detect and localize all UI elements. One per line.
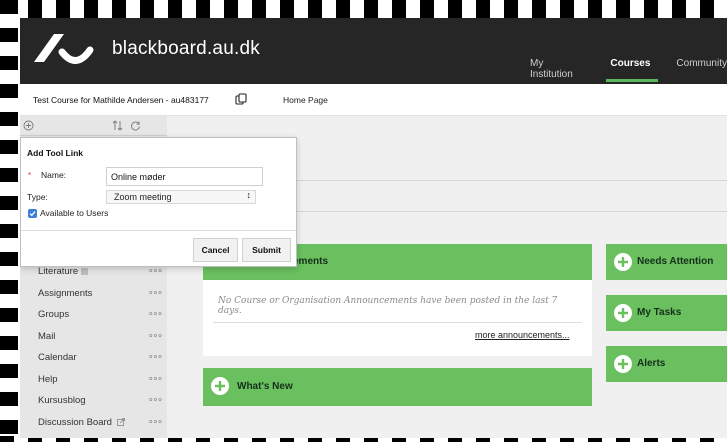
menu-item-label: Discussion Board	[38, 416, 112, 428]
more-announcements-link[interactable]: more announcements...	[475, 330, 570, 340]
alerts-module: Alerts	[606, 346, 727, 382]
menu-item-label: Assignments	[38, 287, 93, 299]
submit-button[interactable]: Submit	[242, 238, 291, 262]
menu-item-label: Help	[38, 373, 58, 385]
menu-item-label: Mail	[38, 330, 56, 342]
alerts-header[interactable]: Alerts	[606, 346, 727, 382]
reorder-icon[interactable]	[112, 120, 123, 131]
more-options-icon[interactable]: ∘∘∘	[148, 351, 163, 362]
aarhus-university-logo-icon[interactable]	[32, 30, 112, 66]
menu-item-label: Kursusblog	[38, 395, 86, 406]
cancel-button[interactable]: Cancel	[193, 238, 238, 262]
expand-plus-icon[interactable]	[211, 377, 229, 395]
checkmark-icon	[29, 211, 36, 217]
menu-item-label: Groups	[38, 309, 70, 320]
brand-name[interactable]: blackboard.au.dk	[112, 38, 260, 60]
needs-attention-module: Needs Attention	[606, 244, 727, 280]
more-options-icon[interactable]: ∘∘∘	[148, 416, 163, 427]
nav-courses[interactable]: Courses	[606, 58, 659, 82]
my-tasks-module: My Tasks	[606, 295, 727, 331]
external-link-icon	[116, 418, 125, 426]
my-tasks-header[interactable]: My Tasks	[606, 295, 727, 331]
dialog-divider	[21, 230, 296, 231]
available-to-users-checkbox[interactable]	[28, 209, 37, 218]
screenshot-frame-top	[0, 0, 727, 18]
type-select[interactable]: Zoom meeting ↕	[106, 190, 256, 204]
home-page-crumb[interactable]: Home Page	[283, 95, 328, 105]
menu-toolbar	[20, 116, 167, 136]
announcements-title: ements	[293, 256, 329, 267]
more-options-icon[interactable]: ∘∘∘	[148, 394, 163, 405]
needs-attention-title: Needs Attention	[637, 256, 714, 267]
menu-item-kursusblog[interactable]: Kursusblog ∘∘∘	[20, 391, 167, 413]
course-menu-list: Literature ∘∘∘ Assignments ∘∘∘ Groups ∘∘…	[20, 262, 167, 434]
more-options-icon[interactable]: ∘∘∘	[148, 287, 163, 298]
type-label: Type:	[27, 192, 48, 202]
course-title-crumb[interactable]: Test Course for Mathilde Andersen - au48…	[33, 95, 209, 105]
name-input[interactable]	[106, 167, 263, 186]
copy-icon[interactable]	[235, 93, 247, 105]
breadcrumb: Test Course for Mathilde Andersen - au48…	[20, 84, 727, 116]
menu-item-help[interactable]: Help ∘∘∘	[20, 370, 167, 392]
expand-plus-icon[interactable]	[614, 253, 632, 271]
more-options-icon[interactable]: ∘∘∘	[148, 373, 163, 384]
needs-attention-header[interactable]: Needs Attention	[606, 244, 727, 280]
expand-plus-icon[interactable]	[614, 355, 632, 373]
whats-new-module: What's New	[203, 368, 592, 406]
menu-item-assignments[interactable]: Assignments ∘∘∘	[20, 284, 167, 306]
whats-new-title: What's New	[237, 381, 293, 392]
whats-new-header[interactable]: What's New	[203, 368, 592, 406]
hidden-indicator-icon	[81, 267, 89, 275]
more-options-icon[interactable]: ∘∘∘	[148, 308, 163, 319]
type-select-value: Zoom meeting	[114, 192, 172, 202]
menu-item-label: Literature	[38, 266, 79, 277]
menu-item-mail[interactable]: Mail ∘∘∘	[20, 327, 167, 349]
menu-item-label: Calendar	[38, 352, 77, 363]
available-to-users-label: Available to Users	[40, 208, 109, 218]
blackboard-app: blackboard.au.dk My Institution Courses …	[20, 18, 727, 438]
refresh-icon[interactable]	[130, 120, 141, 131]
menu-item-calendar[interactable]: Calendar ∘∘∘	[20, 348, 167, 370]
announcements-empty-message: No Course or Organisation Announcements …	[218, 296, 558, 316]
nav-community[interactable]: Community	[676, 58, 727, 80]
select-arrows-icon: ↕	[246, 190, 252, 200]
dialog-title: Add Tool Link	[27, 148, 84, 158]
menu-item-discussion-board[interactable]: Discussion Board ∘∘∘	[20, 413, 167, 435]
alerts-title: Alerts	[637, 358, 666, 369]
top-header: blackboard.au.dk My Institution Courses …	[20, 18, 727, 84]
top-nav: My Institution Courses Community	[530, 58, 727, 82]
add-tool-link-dialog: Add Tool Link * Name: Type: Zoom meeting…	[20, 137, 297, 267]
screenshot-frame-left	[0, 0, 18, 442]
more-options-icon[interactable]: ∘∘∘	[148, 330, 163, 341]
add-menu-item-icon[interactable]	[23, 120, 34, 131]
announcements-divider	[213, 322, 582, 323]
expand-plus-icon[interactable]	[614, 304, 632, 322]
name-label: Name:	[41, 170, 67, 180]
required-marker: *	[28, 171, 32, 180]
my-tasks-title: My Tasks	[637, 307, 682, 318]
menu-item-groups[interactable]: Groups ∘∘∘	[20, 305, 167, 327]
nav-my-institution[interactable]: My Institution	[530, 58, 584, 80]
